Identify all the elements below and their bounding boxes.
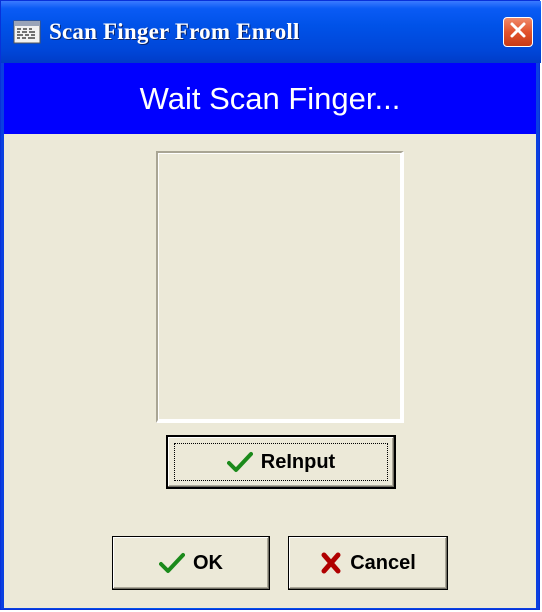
status-banner: Wait Scan Finger... (4, 63, 536, 134)
ok-button[interactable]: OK (112, 536, 270, 590)
dialog-window: Scan Finger From Enroll Wait Scan Finger… (0, 0, 541, 610)
cancel-button[interactable]: Cancel (288, 536, 448, 590)
ok-label: OK (193, 551, 223, 574)
checkmark-icon (159, 552, 185, 574)
title-bar[interactable]: Scan Finger From Enroll (1, 1, 541, 63)
cancel-label: Cancel (350, 551, 416, 574)
x-icon (320, 552, 342, 574)
window-title: Scan Finger From Enroll (49, 19, 300, 44)
close-button[interactable] (503, 17, 533, 47)
dialog-client-area: Wait Scan Finger... ReInput OK Cancel (4, 63, 536, 608)
fingerprint-image-area (156, 151, 404, 423)
reinput-button[interactable]: ReInput (166, 435, 396, 489)
focus-ring (174, 443, 388, 481)
status-text: Wait Scan Finger... (139, 80, 401, 116)
app-window-icon (13, 20, 41, 44)
close-icon (509, 21, 527, 44)
